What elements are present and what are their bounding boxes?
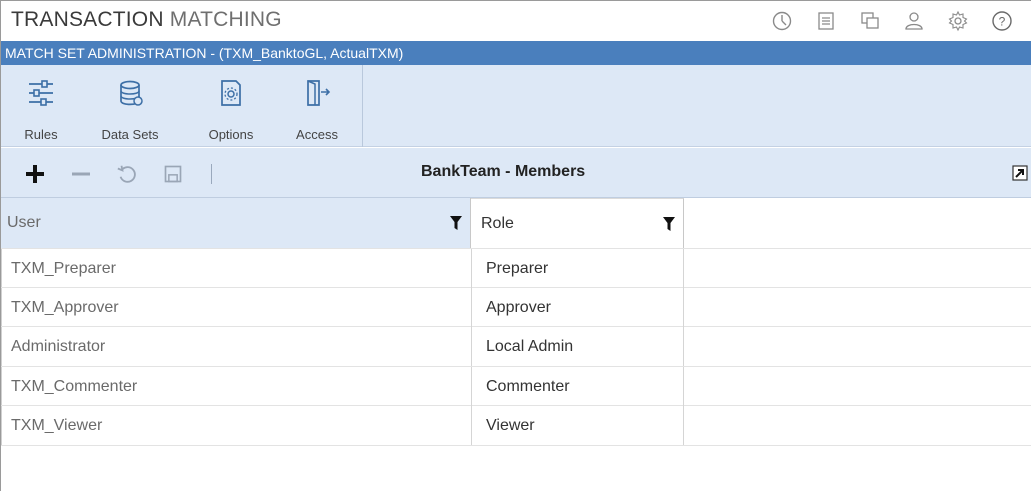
app-title: TRANSACTION MATCHING [11, 8, 282, 32]
data-sets-label: Data Sets [101, 127, 159, 142]
table-row[interactable]: Administrator Local Admin [1, 327, 1031, 367]
user-cell[interactable]: TXM_Preparer [1, 249, 471, 288]
app-title-part1: TRANSACTION [11, 8, 164, 31]
windows-icon[interactable] [848, 7, 892, 35]
members-toolbar: BankTeam - Members [1, 148, 1031, 198]
document-icon[interactable] [804, 7, 848, 35]
members-title: BankTeam - Members [421, 163, 586, 180]
app-frame: TRANSACTION MATCHING ? MATCH SET ADMINIS… [0, 0, 1031, 491]
access-label: Access [296, 127, 338, 142]
add-icon[interactable] [21, 160, 49, 188]
access-button[interactable]: Access [293, 73, 341, 143]
match-set-header: MATCH SET ADMINISTRATION - (TXM_BanktoGL… [1, 41, 1031, 65]
data-sets-button[interactable]: Data Sets [95, 73, 165, 143]
user-column-header[interactable]: User [1, 198, 471, 248]
toolbar-separator [211, 164, 212, 184]
settings-icon[interactable] [936, 7, 980, 35]
role-cell[interactable]: Commenter [471, 366, 684, 406]
top-icon-bar: ? [760, 7, 1024, 35]
refresh-icon[interactable] [113, 160, 141, 188]
sliders-icon [21, 73, 61, 113]
role-cell[interactable]: Preparer [471, 249, 684, 288]
grid-header: User Role [1, 198, 1031, 248]
user-cell[interactable]: Administrator [1, 327, 471, 366]
user-filter-icon[interactable] [450, 216, 462, 230]
role-cell[interactable]: Approver [471, 287, 684, 327]
role-column-label: Role [481, 215, 514, 232]
options-label: Options [208, 127, 254, 142]
rules-label: Rules [24, 127, 58, 142]
save-icon[interactable] [159, 160, 187, 188]
door-exit-icon [297, 73, 337, 113]
rules-button[interactable]: Rules [19, 73, 63, 143]
user-cell[interactable]: TXM_Viewer [1, 406, 471, 445]
grid-rows: TXM_Preparer Preparer TXM_Approver Appro… [1, 248, 1031, 446]
role-filter-icon[interactable] [663, 217, 675, 231]
role-column-header[interactable]: Role [471, 198, 684, 248]
user-cell[interactable]: TXM_Approver [1, 288, 471, 327]
role-cell[interactable]: Local Admin [471, 327, 684, 366]
app-title-part2: MATCHING [169, 8, 282, 31]
table-row[interactable]: TXM_Preparer Preparer [1, 248, 1031, 288]
members-grid: User Role TXM_Preparer Preparer TXM_Appr… [1, 198, 1031, 446]
help-icon[interactable]: ? [980, 7, 1024, 35]
title-bar: TRANSACTION MATCHING ? [1, 1, 1031, 41]
ribbon: Rules Data Sets Options Access [1, 65, 1031, 147]
table-row[interactable]: TXM_Commenter Commenter [1, 366, 1031, 406]
table-row[interactable]: TXM_Approver Approver [1, 287, 1031, 327]
table-row[interactable]: TXM_Viewer Viewer [1, 406, 1031, 446]
user-cell[interactable]: TXM_Commenter [1, 367, 471, 406]
svg-text:?: ? [999, 15, 1006, 29]
expand-icon[interactable] [1012, 165, 1028, 181]
options-gear-doc-icon [211, 73, 251, 113]
remove-icon[interactable] [67, 160, 95, 188]
role-cell[interactable]: Viewer [471, 406, 684, 445]
ribbon-group-admin: Rules Data Sets Options Access [1, 65, 363, 147]
database-icon [110, 73, 150, 113]
clock-icon[interactable] [760, 7, 804, 35]
options-button[interactable]: Options [201, 73, 261, 143]
user-icon[interactable] [892, 7, 936, 35]
user-column-label: User [7, 214, 41, 231]
